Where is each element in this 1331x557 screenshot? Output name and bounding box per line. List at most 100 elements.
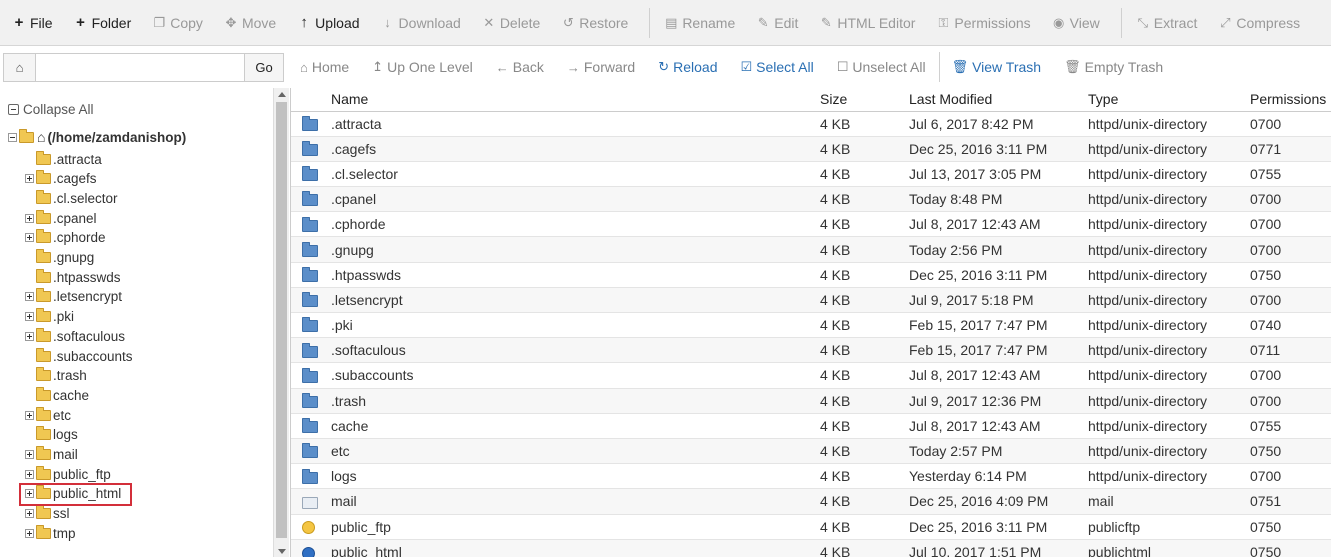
edit-button[interactable]: ✎ Edit <box>756 0 807 46</box>
forward-button[interactable]: → Forward <box>567 59 635 75</box>
tree-item-subaccounts[interactable]: .subaccounts <box>25 347 133 365</box>
column-header-type[interactable]: Type <box>1088 88 1250 112</box>
public-html-highlight <box>19 483 132 506</box>
folder-open-icon <box>19 128 34 143</box>
table-row[interactable]: mail 4 KB Dec 25, 2016 4:09 PM mail 0751 <box>291 488 1331 515</box>
home-button[interactable]: ⌂ Home <box>300 59 349 75</box>
cell-name: mail <box>331 488 820 515</box>
tree-item-cphorde[interactable]: .cphorde <box>25 229 106 247</box>
tree-item-mail[interactable]: mail <box>25 446 78 464</box>
select-all-button[interactable]: ☑ Select All <box>741 59 814 75</box>
tree-expand-icon[interactable] <box>25 233 34 243</box>
tree-expand-icon[interactable] <box>25 469 34 479</box>
table-row[interactable]: logs 4 KB Yesterday 6:14 PM httpd/unix-dire… <box>291 463 1331 490</box>
cell-type: httpd/unix-directory <box>1088 262 1250 288</box>
collapse-all-button[interactable]: Collapse All <box>8 102 94 117</box>
tree-item-ssl[interactable]: ssl <box>25 505 70 523</box>
up-one-level-button[interactable]: ↥ Up One Level <box>372 59 473 75</box>
delete-button[interactable]: ✕ Delete <box>482 0 549 46</box>
tree-item-softaculous[interactable]: .softaculous <box>25 327 125 345</box>
tree-item-attracta[interactable]: .attracta <box>25 150 102 168</box>
table-row[interactable]: .cphorde 4 KB Jul 8, 2017 12:43 AM httpd/un… <box>291 211 1331 238</box>
tree-expand-icon[interactable] <box>25 213 34 223</box>
permissions-button[interactable]: ⚿ Permissions <box>936 0 1039 46</box>
up-one-level-label: Up One Level <box>387 59 473 75</box>
view-button[interactable]: ◉ View <box>1052 0 1109 46</box>
tree-item-label: logs <box>53 427 78 443</box>
table-row[interactable]: .trash 4 KB Jul 9, 2017 12:36 PM httpd/unix… <box>291 388 1331 414</box>
tree-expand-icon[interactable] <box>25 410 34 420</box>
tree-expand-icon[interactable] <box>25 292 34 302</box>
table-row[interactable]: .pki 4 KB Feb 15, 2017 7:47 PM httpd/unix-d… <box>291 312 1331 339</box>
tree-item-logs[interactable]: logs <box>25 426 78 444</box>
table-row[interactable]: .letsencrypt 4 KB Jul 9, 2017 5:18 PM httpd… <box>291 287 1331 314</box>
table-row[interactable]: .cpanel 4 KB Today 8:48 PM httpd/unix-direc… <box>291 186 1331 213</box>
table-row[interactable]: .gnupg 4 KB Today 2:56 PM httpd/unix-direct… <box>291 236 1331 263</box>
tree-item-trash[interactable]: .trash <box>25 367 87 385</box>
tree-item-htpasswds[interactable]: .htpasswds <box>25 268 121 286</box>
tree-expand-icon[interactable] <box>25 528 34 538</box>
table-row[interactable]: .softaculous 4 KB Feb 15, 2017 7:47 PM http… <box>291 337 1331 364</box>
back-button[interactable]: ← Back <box>496 59 544 75</box>
scrollbar-thumb[interactable] <box>276 102 287 538</box>
reload-button[interactable]: ↻ Reload <box>658 59 717 75</box>
view-trash-button[interactable]: 🗑 View Trash <box>952 59 1042 75</box>
column-header-icon <box>291 88 331 112</box>
empty-trash-button[interactable]: 🗑 Empty Trash <box>1064 59 1163 75</box>
tree-item-etc[interactable]: etc <box>25 406 71 424</box>
download-button[interactable]: ↓ Download <box>381 0 470 46</box>
restore-icon: ↺ <box>562 14 574 30</box>
tree-expand-icon[interactable] <box>25 174 34 184</box>
tree-item-label: .cl.selector <box>53 190 118 206</box>
column-header-name[interactable]: Name <box>331 88 820 112</box>
table-row[interactable]: public_ftp 4 KB Dec 25, 2016 3:11 PM public… <box>291 514 1331 540</box>
tree-item-public-ftp[interactable]: public_ftp <box>25 465 111 483</box>
move-button[interactable]: ✥ Move <box>224 0 285 46</box>
table-row[interactable]: .cl.selector 4 KB Jul 13, 2017 3:05 PM http… <box>291 161 1331 188</box>
extract-button[interactable]: ⤡ Extract <box>1136 0 1207 46</box>
upload-button[interactable]: ↑ Upload <box>297 0 368 46</box>
tree-expand-icon[interactable] <box>25 450 34 459</box>
cell-name: .trash <box>331 388 820 414</box>
tree-item-gnupg[interactable]: .gnupg <box>25 249 94 267</box>
tree-expand-icon[interactable] <box>25 312 34 322</box>
scroll-up-arrow-icon[interactable] <box>278 92 286 97</box>
tree-item-cagefs[interactable]: .cagefs <box>25 170 97 188</box>
tree-collapse-icon[interactable] <box>8 132 17 142</box>
tree-item-tmp[interactable]: tmp <box>25 524 76 542</box>
file-button[interactable]: + File <box>12 0 62 46</box>
compress-button[interactable]: ⤢ Compress <box>1218 0 1309 46</box>
tree-item-cache[interactable]: cache <box>25 386 89 404</box>
tree-item-cl-selector[interactable]: .cl.selector <box>25 189 118 207</box>
table-row[interactable]: cache 4 KB Jul 8, 2017 12:43 AM httpd/unix-… <box>291 413 1331 439</box>
path-input[interactable] <box>35 52 245 82</box>
table-row[interactable]: public_html 4 KB Jul 10, 2017 1:51 PM publi… <box>291 539 1331 557</box>
restore-button[interactable]: ↺ Restore <box>561 0 637 46</box>
copy-button[interactable]: ❐ Copy <box>152 0 212 46</box>
file-icon-cell <box>291 362 331 389</box>
unselect-all-button[interactable]: ☐ Unselect All <box>837 59 926 75</box>
table-row[interactable]: etc 4 KB Today 2:57 PM httpd/unix-directory… <box>291 438 1331 465</box>
table-row[interactable]: .cagefs 4 KB Dec 25, 2016 3:11 PM httpd/uni… <box>291 136 1331 162</box>
go-button[interactable]: Go <box>245 52 284 82</box>
home-icon[interactable]: ⌂ <box>3 52 35 82</box>
folder-icon <box>302 166 318 182</box>
column-header-last-modified[interactable]: Last Modified <box>909 88 1088 112</box>
column-header-permissions[interactable]: Permissions <box>1250 88 1331 112</box>
scroll-down-arrow-icon[interactable] <box>278 549 286 554</box>
tree-expand-icon[interactable] <box>25 331 34 341</box>
tree-root[interactable]: ⌂ (/home/zamdanishop) <box>8 128 186 145</box>
html-editor-button[interactable]: ✎ HTML Editor <box>819 0 924 46</box>
column-header-size[interactable]: Size <box>820 88 909 112</box>
table-row[interactable]: .htpasswds 4 KB Dec 25, 2016 3:11 PM httpd/… <box>291 262 1331 288</box>
table-row[interactable]: .subaccounts 4 KB Jul 8, 2017 12:43 AM http… <box>291 362 1331 389</box>
folder-button[interactable]: + Folder <box>74 0 141 46</box>
tree-item-label: .letsencrypt <box>53 289 123 305</box>
tree-item-cpanel[interactable]: .cpanel <box>25 209 97 227</box>
tree-scrollbar[interactable] <box>273 88 289 557</box>
tree-item-pki[interactable]: .pki <box>25 308 74 326</box>
rename-button[interactable]: ▤ Rename <box>664 0 744 46</box>
table-row[interactable]: .attracta 4 KB Jul 6, 2017 8:42 PM httpd/un… <box>291 111 1331 137</box>
tree-item-letsencrypt[interactable]: .letsencrypt <box>25 288 122 306</box>
tree-expand-icon[interactable] <box>25 509 34 519</box>
